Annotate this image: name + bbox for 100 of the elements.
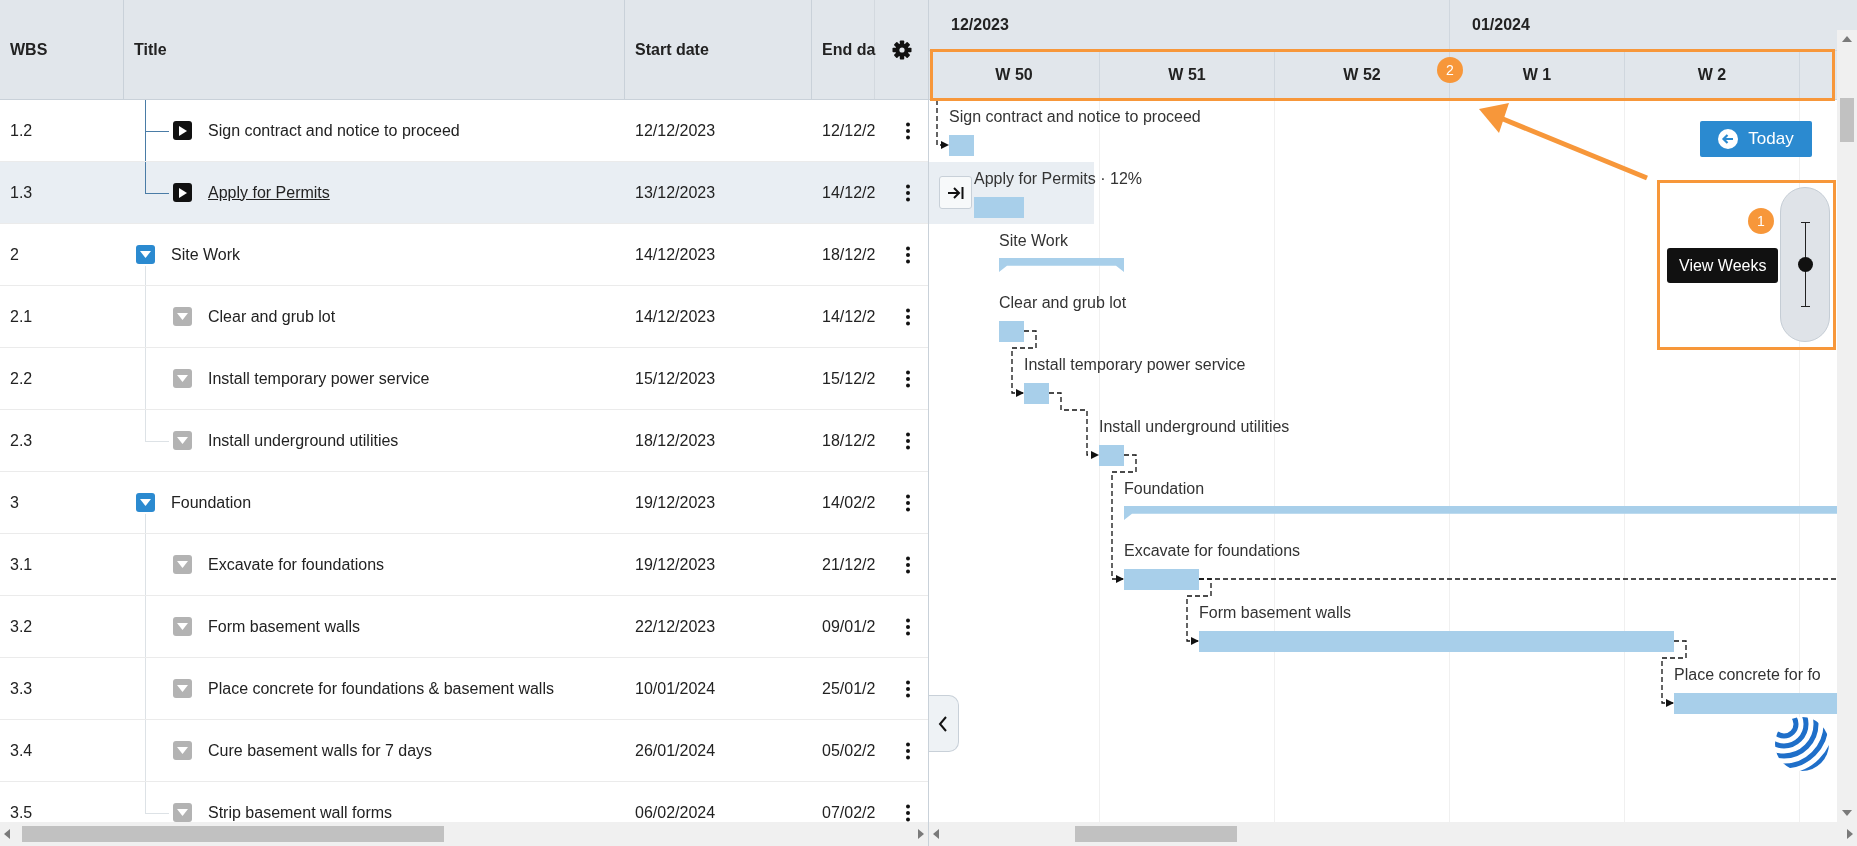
- table-cell-text: 1.2: [9, 120, 34, 141]
- scroll-up-icon[interactable]: [1842, 36, 1852, 42]
- table-cell-text: 19/12/2023: [634, 492, 717, 513]
- task-title[interactable]: Place concrete for foundations & basement walls: [208, 679, 554, 698]
- bar-label: Apply for Permits · 12%: [974, 170, 1143, 188]
- task-title[interactable]: Cure basement walls for 7 days: [208, 741, 433, 760]
- table-row[interactable]: 2.3 Install underground utilities 18/12/2023 18/12/2: [0, 410, 928, 472]
- bar-label: Clear and grub lot: [999, 294, 1127, 312]
- scrollbar-thumb[interactable]: [22, 826, 444, 842]
- kebab-menu-icon[interactable]: [905, 307, 910, 326]
- table-row[interactable]: 3.1 Excavate for foundations 19/12/2023 21/12/2: [0, 534, 928, 596]
- bar-label: Form basement walls: [1199, 604, 1352, 622]
- caret-down-icon[interactable]: [173, 617, 192, 636]
- kebab-menu-icon[interactable]: [905, 741, 910, 760]
- table-cell-text: 3.5: [9, 802, 34, 822]
- kebab-menu-icon[interactable]: [905, 493, 910, 512]
- task-title[interactable]: Apply for Permits: [208, 183, 330, 202]
- slider-thumb[interactable]: [1798, 256, 1813, 272]
- month-header: 12/2023: [950, 15, 1010, 35]
- scroll-left-icon[interactable]: [933, 829, 939, 839]
- caret-down-icon[interactable]: [173, 431, 192, 450]
- table-cell-text: 25/01/2: [821, 678, 875, 699]
- play-square-icon[interactable]: [173, 183, 192, 202]
- caret-down-icon[interactable]: [136, 245, 155, 264]
- task-title[interactable]: Strip basement wall forms: [208, 803, 393, 822]
- table-cell-text: 3.2: [9, 616, 34, 637]
- table-cell-text: 19/12/2023: [634, 554, 717, 575]
- caret-down-icon[interactable]: [173, 803, 192, 822]
- horizontal-scrollbar[interactable]: [929, 822, 1857, 846]
- table-cell-text: 07/02/2: [821, 802, 875, 822]
- scroll-right-icon[interactable]: [1847, 829, 1853, 839]
- bar-label: Install underground utilities: [1099, 418, 1290, 436]
- chevron-left-icon: [938, 715, 948, 732]
- kebab-menu-icon[interactable]: [905, 617, 910, 636]
- bar-label: Sign contract and notice to proceed: [949, 108, 1201, 126]
- settings-icon[interactable]: [891, 39, 912, 60]
- task-title[interactable]: Excavate for foundations: [208, 555, 385, 574]
- kebab-menu-icon[interactable]: [905, 431, 910, 450]
- caret-down-icon[interactable]: [173, 741, 192, 760]
- task-title[interactable]: Clear and grub lot: [208, 307, 336, 326]
- table-cell-text: 18/12/2: [821, 430, 875, 451]
- kebab-menu-icon[interactable]: [905, 183, 910, 202]
- zoom-slider[interactable]: [1780, 187, 1830, 342]
- table-cell-text: 05/02/2: [821, 740, 875, 761]
- task-title[interactable]: Install temporary power service: [208, 369, 430, 388]
- column-header[interactable]: Title: [124, 0, 625, 99]
- column-header[interactable]: WBS: [0, 0, 124, 99]
- caret-down-icon[interactable]: [173, 555, 192, 574]
- today-button[interactable]: Today: [1700, 121, 1812, 157]
- table-cell-text: 13/12/2023: [634, 182, 717, 203]
- table-cell-text: 15/12/2: [821, 368, 875, 389]
- caret-down-icon[interactable]: [173, 679, 192, 698]
- collapse-button[interactable]: [929, 695, 959, 752]
- play-square-icon[interactable]: [173, 121, 192, 140]
- kebab-menu-icon[interactable]: [905, 369, 910, 388]
- table-cell-text: 2.1: [9, 306, 34, 327]
- caret-down-icon[interactable]: [173, 369, 192, 388]
- table-cell-text: 14/12/2023: [634, 244, 717, 265]
- task-title[interactable]: Form basement walls: [208, 617, 361, 636]
- kebab-menu-icon[interactable]: [905, 555, 910, 574]
- table-cell-text: 26/01/2024: [634, 740, 717, 761]
- horizontal-scrollbar[interactable]: [0, 822, 928, 846]
- task-title[interactable]: Sign contract and notice to proceed: [208, 121, 460, 140]
- column-header[interactable]: End da: [812, 0, 875, 99]
- kebab-menu-icon[interactable]: [905, 245, 910, 264]
- table-cell-text: 14/12/2023: [634, 306, 717, 327]
- table-row[interactable]: 2.2 Install temporary power service 15/12/2023 15/12/2: [0, 348, 928, 410]
- scrollbar-thumb[interactable]: [1075, 826, 1237, 842]
- arrow-to-bar-icon: [946, 184, 965, 201]
- table-row[interactable]: 3.3 Place concrete for foundations & basement walls 10/01/2024 25/01/2: [0, 658, 928, 720]
- table-cell-text: 14/02/2: [821, 492, 875, 513]
- table-row[interactable]: 2.1 Clear and grub lot 14/12/2023 14/12/2: [0, 286, 928, 348]
- column-header[interactable]: Start date: [625, 0, 812, 99]
- bar-label: Excavate for foundations: [1124, 542, 1301, 560]
- table-row[interactable]: 1.3 Apply for Permits 13/12/2023 14/12/2: [0, 162, 928, 224]
- kebab-menu-icon[interactable]: [905, 803, 910, 822]
- striped-sphere-icon[interactable]: [1774, 716, 1830, 772]
- table-cell-text: 09/01/2: [821, 616, 875, 637]
- scroll-to-task-button[interactable]: [939, 176, 972, 209]
- scroll-left-icon[interactable]: [4, 829, 10, 839]
- task-title[interactable]: Foundation: [171, 493, 252, 512]
- table-cell-text: 14/12/2: [821, 182, 875, 203]
- scroll-down-icon[interactable]: [1842, 810, 1852, 816]
- table-row[interactable]: 3.2 Form basement walls 22/12/2023 09/01/2: [0, 596, 928, 658]
- table-cell-text: 18/12/2: [821, 244, 875, 265]
- table-cell-text: 14/12/2: [821, 306, 875, 327]
- week-header: W 50: [994, 64, 1034, 85]
- zoom-tooltip: View Weeks: [1667, 248, 1779, 283]
- task-title[interactable]: Install underground utilities: [208, 431, 399, 450]
- table-cell-text: 3.3: [9, 678, 34, 699]
- table-cell-text: 22/12/2023: [634, 616, 717, 637]
- task-title[interactable]: Site Work: [171, 245, 241, 264]
- kebab-menu-icon[interactable]: [905, 679, 910, 698]
- scrollbar-thumb[interactable]: [1840, 98, 1854, 142]
- bar-label: Place concrete for fo: [1674, 666, 1821, 684]
- table-row[interactable]: 1.2 Sign contract and notice to proceed 12/12/2023 12/12/2: [0, 100, 928, 162]
- table-row[interactable]: 3.4 Cure basement walls for 7 days 26/01/2024 05/02/2: [0, 720, 928, 782]
- caret-down-icon[interactable]: [173, 307, 192, 326]
- caret-down-icon[interactable]: [136, 493, 155, 512]
- kebab-menu-icon[interactable]: [905, 121, 910, 140]
